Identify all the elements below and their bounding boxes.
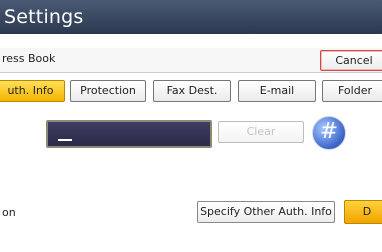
- cancel-button[interactable]: Cancel: [320, 50, 382, 71]
- tab-auth-info[interactable]: uth. Info: [0, 80, 65, 102]
- tab-folder[interactable]: Folder: [322, 80, 382, 102]
- orange-option-button[interactable]: D: [344, 200, 382, 224]
- title-bar: Settings: [0, 0, 382, 34]
- hash-key-button[interactable]: #: [312, 116, 346, 150]
- specify-other-auth-info-button[interactable]: Specify Other Auth. Info: [197, 201, 335, 223]
- tab-protection[interactable]: Protection: [70, 80, 146, 102]
- text-cursor: [58, 139, 72, 141]
- row-label: on: [2, 206, 16, 219]
- tab-email[interactable]: E-mail: [238, 80, 316, 102]
- tab-fax-dest[interactable]: Fax Dest.: [153, 80, 231, 102]
- subheader-title: ress Book: [2, 52, 56, 65]
- entry-field[interactable]: [46, 120, 212, 148]
- clear-button[interactable]: Clear: [218, 121, 304, 143]
- window-title: Settings: [4, 6, 84, 28]
